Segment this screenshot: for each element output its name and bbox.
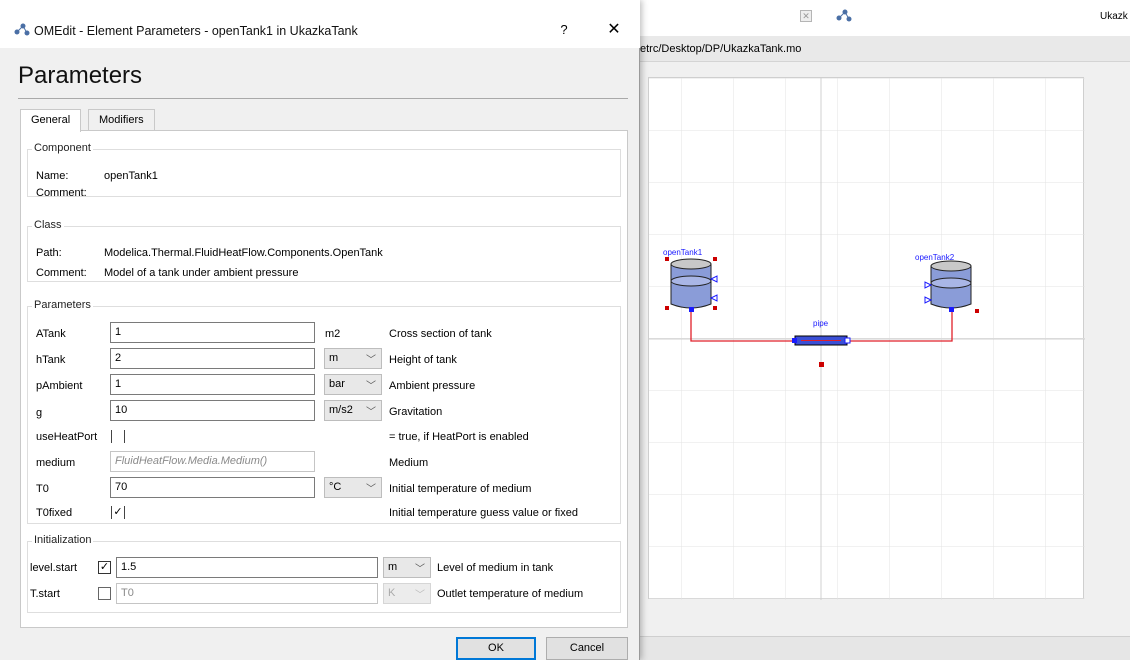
param-name-t0: T0 [36,483,49,495]
chevron-down-icon: ﹀ [366,381,376,392]
close-tab-icon[interactable]: ✕ [800,10,812,22]
init-value-level-start[interactable]: 1.5 [116,557,378,578]
component-group: Component Name: openTank1 Comment: [27,142,621,199]
init-unit-level-start: m [388,561,398,573]
background-diagram-window: ✕ Ukazk etrc/Desktop/DP/UkazkaTank.mo op… [630,0,1130,660]
tab-modifiers[interactable]: Modifiers [88,109,155,131]
param-value-t0fixed[interactable]: ✓ [111,506,125,519]
param-name-atank: ATank [36,328,66,340]
background-window-title: Ukazk [1100,11,1128,22]
parameters-group-title: Parameters [32,299,93,311]
class-path-value: Modelica.Thermal.FluidHeatFlow.Component… [104,247,383,259]
init-name-level-start: level.start [30,562,78,574]
dialog-title: OMEdit - Element Parameters - openTank1 … [34,24,358,38]
param-unit-t0: °C [329,481,342,493]
param-desc-atank: Cross section of tank [389,328,492,340]
open-tank1-label: openTank1 [663,248,703,257]
init-desc-t-start: Outlet temperature of medium [437,588,584,600]
help-button[interactable]: ? [554,18,574,42]
param-value-useheatport[interactable] [111,430,125,443]
close-button[interactable]: ✕ [602,18,626,42]
param-unit-htank: m [329,352,339,364]
chevron-down-icon: ﹀ [366,407,376,418]
class-comment-value: Model of a tank under ambient pressure [104,267,299,279]
init-desc-level-start: Level of medium in tank [437,562,554,574]
param-name-t0fixed: T0fixed [36,507,73,519]
component-comment-label: Comment: [36,187,87,199]
param-unit-t0-select[interactable]: °C ﹀ [324,477,382,498]
param-name-useheatport: useHeatPort [36,431,98,443]
omedit-logo-icon [836,9,852,22]
background-toolbar: ✕ Ukazk [630,0,1130,36]
param-name-htank: hTank [36,354,66,366]
param-value-medium[interactable]: FluidHeatFlow.Media.Medium() [110,451,315,472]
param-unit-pambient-select[interactable]: bar ﹀ [324,374,382,395]
param-name-medium: medium [36,457,76,469]
param-unit-htank-select[interactable]: m ﹀ [324,348,382,369]
param-value-t0[interactable]: 70 [110,477,315,498]
background-status-bar [630,636,1130,660]
component-group-title: Component [32,142,93,154]
chevron-down-icon: ﹀ [366,355,376,366]
param-desc-medium: Medium [389,457,429,469]
chevron-down-icon: ﹀ [366,484,376,495]
diagram-canvas[interactable]: openTank1 pipe openTank2 [648,77,1085,600]
init-name-t-start: T.start [30,588,60,600]
component-name-label: Name: [36,170,69,182]
param-desc-useheatport: = true, if HeatPort is enabled [389,431,529,443]
parameters-group: Parameters ATank 1 m2 Cross section of t… [27,299,621,524]
param-name-g: g [36,407,43,419]
init-unit-t-start: K [388,587,396,599]
param-desc-pambient: Ambient pressure [389,380,476,392]
file-path-bar: etrc/Desktop/DP/UkazkaTank.mo [630,36,1130,62]
class-path-label: Path: [36,247,62,259]
param-unit-g: m/s2 [329,404,353,416]
tab-general[interactable]: General [20,109,82,132]
init-fixed-checkbox-t-start[interactable] [98,587,111,600]
class-comment-label: Comment: [36,267,87,279]
page-title: Parameters [18,62,143,89]
ok-button[interactable]: OK [456,637,536,660]
initialization-group-title: Initialization [32,534,94,546]
param-value-g[interactable]: 10 [110,400,315,421]
init-fixed-checkbox-level-start[interactable]: ✓ [98,561,111,574]
general-tab-panel: Component Name: openTank1 Comment: Class… [20,130,628,628]
file-path: etrc/Desktop/DP/UkazkaTank.mo [640,43,802,55]
class-group-title: Class [32,219,64,231]
init-unit-t-start-select[interactable]: K ﹀ [383,583,431,604]
chevron-down-icon: ﹀ [415,564,425,575]
param-unit-pambient: bar [329,378,345,390]
chevron-down-icon: ﹀ [415,590,425,601]
heading-divider [18,98,628,99]
init-value-t-start[interactable]: T0 [116,583,378,604]
element-parameters-dialog: OMEdit - Element Parameters - openTank1 … [0,0,640,660]
param-desc-t0fixed: Initial temperature guess value or fixed [389,507,578,519]
param-desc-htank: Height of tank [389,354,457,366]
dialog-title-bar: OMEdit - Element Parameters - openTank1 … [0,0,640,48]
param-value-htank[interactable]: 2 [110,348,315,369]
pipe-label: pipe [813,319,829,328]
param-unit-atank: m2 [325,328,341,340]
component-name-value: openTank1 [104,170,158,182]
init-unit-level-start-select[interactable]: m ﹀ [383,557,431,578]
omedit-logo-icon [14,23,30,36]
initialization-group: Initialization level.start ✓ 1.5 m ﹀ Lev… [27,534,621,613]
param-desc-g: Gravitation [389,406,443,418]
param-desc-t0: Initial temperature of medium [389,483,532,495]
param-name-pambient: pAmbient [36,380,83,392]
class-group: Class Path: Modelica.Thermal.FluidHeatFl… [27,219,621,282]
param-value-pambient[interactable]: 1 [110,374,315,395]
param-unit-g-select[interactable]: m/s2 ﹀ [324,400,382,421]
cancel-button[interactable]: Cancel [546,637,628,660]
param-value-atank[interactable]: 1 [110,322,315,343]
